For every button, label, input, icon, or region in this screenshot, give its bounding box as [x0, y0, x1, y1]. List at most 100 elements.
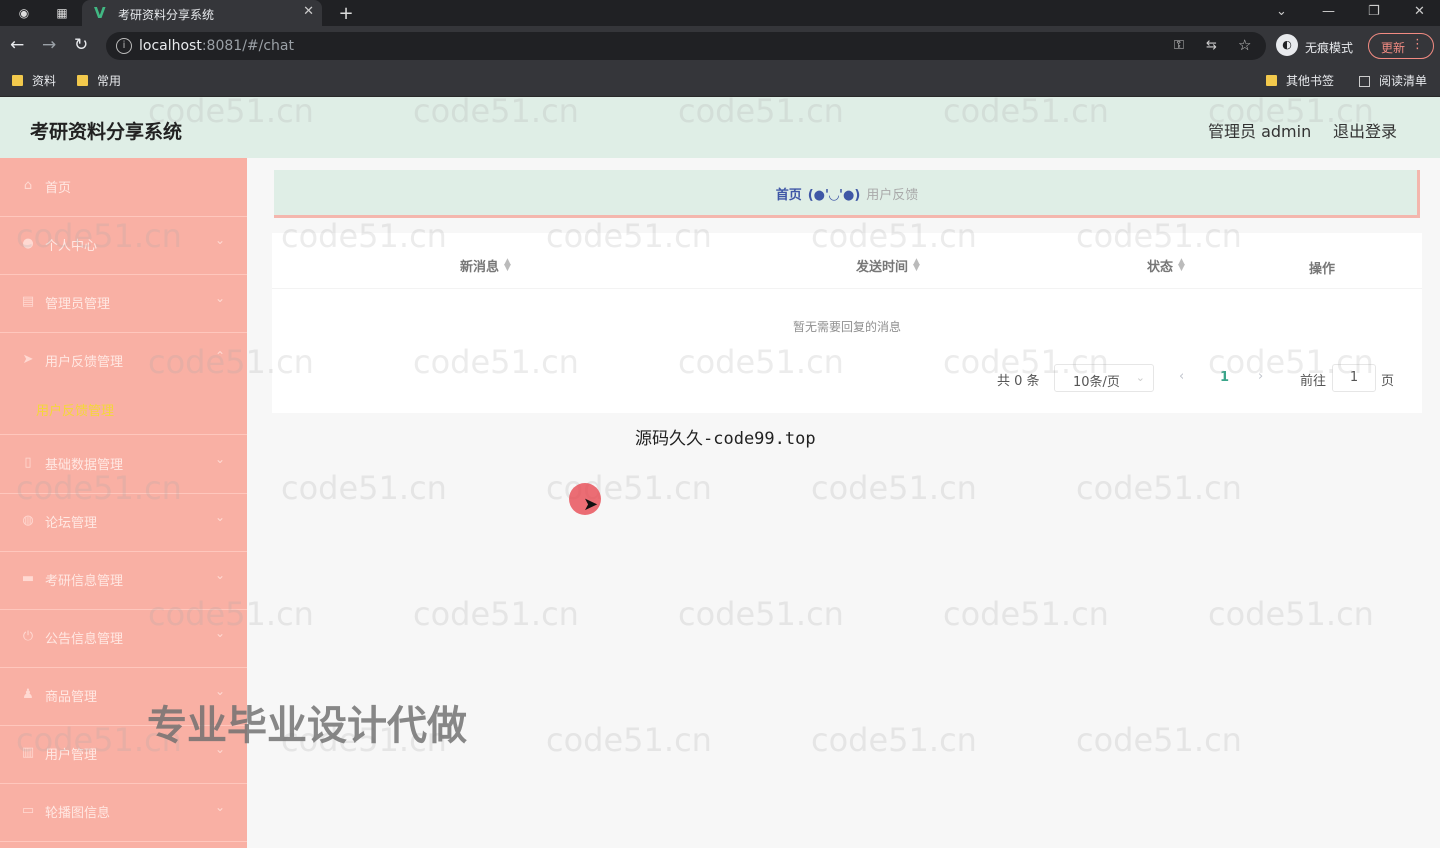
bookmark-label: 其他书签: [1286, 74, 1335, 88]
chart-icon: ▥: [21, 745, 35, 760]
chevron-down-icon: ⌄: [215, 233, 226, 247]
column-label: 发送时间: [856, 260, 909, 275]
close-window-icon[interactable]: ✕: [1414, 4, 1425, 19]
url-text[interactable]: localhost:8081/#/chat: [139, 38, 294, 54]
pinned-tab-icon[interactable]: ▦: [52, 3, 72, 23]
sidebar-subitem-feedback[interactable]: 用户反馈管理: [0, 384, 247, 435]
bookmarks-bar: 资料 常用 其他书签 阅读清单: [0, 66, 1440, 97]
folder-icon: [77, 75, 88, 86]
sidebar-item-label: 用户管理: [45, 748, 98, 763]
key-icon[interactable]: ⚿: [1174, 38, 1184, 53]
clipboard-icon: ▤: [21, 294, 35, 309]
breadcrumb-trail: 首页 (●'◡'●) 用户反馈: [274, 184, 1420, 203]
browser-menu-icon[interactable]: ◉: [14, 3, 34, 23]
column-header-time[interactable]: 发送时间 ▲ ▼: [856, 256, 920, 276]
restore-icon[interactable]: ❐: [1368, 4, 1380, 19]
sidebar-subitem-label: 用户反馈管理: [36, 404, 115, 419]
goto-label: 前往: [1300, 374, 1327, 389]
omnibox[interactable]: i localhost:8081/#/chat ⚿ ⇆ ☆: [106, 32, 1266, 60]
back-icon[interactable]: ←: [10, 35, 24, 55]
person-icon: ♟: [22, 687, 34, 702]
sidebar-item-label: 公告信息管理: [45, 632, 124, 647]
header-divider: [272, 288, 1422, 289]
goto-page-input[interactable]: 1: [1332, 364, 1376, 392]
sidebar-item-profile[interactable]: ● 个人中心 ⌄: [0, 216, 247, 275]
home-icon: ⌂: [23, 178, 33, 193]
folder-icon: [12, 75, 23, 86]
more-icon: ⋮: [1411, 37, 1424, 52]
breadcrumb-separator: (●'◡'●): [807, 188, 861, 203]
minimize-icon[interactable]: —: [1322, 4, 1335, 19]
column-label: 新消息: [460, 260, 500, 275]
address-bar: ← → ↻ i localhost:8081/#/chat ⚿ ⇆ ☆ ◐ 无痕…: [0, 26, 1440, 66]
forward-icon[interactable]: →: [42, 35, 56, 55]
globe-icon: ◍: [22, 513, 34, 528]
sidebar-item-exam-info[interactable]: ▬ 考研信息管理 ⌄: [0, 551, 247, 610]
browser-tab-bar: ◉ ▦ V 考研资料分享系统 ✕ + ⌄ — ❐ ✕: [0, 0, 1440, 26]
reading-list[interactable]: 阅读清单: [1359, 72, 1427, 89]
chevron-down-icon: ⌄: [215, 568, 226, 582]
tab-title: 考研资料分享系统: [118, 8, 215, 22]
bookmark-folder[interactable]: 资料: [12, 72, 56, 89]
incognito-label: 无痕模式: [1305, 41, 1354, 55]
page-number[interactable]: 1: [1220, 370, 1229, 385]
next-page-button[interactable]: ›: [1258, 369, 1263, 384]
sidebar-item-label: 个人中心: [45, 239, 98, 254]
column-label: 操作: [1309, 262, 1336, 277]
translate-icon[interactable]: ⇆: [1206, 38, 1217, 53]
active-tab[interactable]: V 考研资料分享系统 ✕: [82, 0, 322, 26]
page-size-select[interactable]: 10条/页 ⌄: [1054, 364, 1154, 392]
app-title: 考研资料分享系统: [30, 121, 183, 143]
site-info-icon[interactable]: i: [116, 38, 132, 54]
bookmark-folder[interactable]: 常用: [77, 72, 121, 89]
phone-icon: ▯: [24, 455, 32, 470]
sidebar-item-forum[interactable]: ◍ 论坛管理 ⌄: [0, 493, 247, 552]
tab-search-icon[interactable]: ⌄: [1276, 4, 1287, 19]
sidebar-item-notice[interactable]: ⏻ 公告信息管理 ⌄: [0, 609, 247, 668]
reading-list-icon: [1359, 76, 1370, 87]
sidebar-item-label: 用户反馈管理: [45, 355, 124, 370]
sidebar-item-home[interactable]: ⌂ 首页: [0, 158, 247, 217]
sidebar-item-feedback[interactable]: ➤ 用户反馈管理 ⌃: [0, 332, 247, 390]
sidebar-item-label: 商品管理: [45, 690, 98, 705]
close-tab-icon[interactable]: ✕: [303, 4, 314, 19]
source-watermark-text: 源码久久-code99.top: [635, 429, 816, 449]
column-header-message[interactable]: 新消息 ▲ ▼: [460, 256, 511, 276]
top-navbar: 考研资料分享系统 管理员 admin 退出登录: [0, 97, 1440, 158]
chevron-down-icon: ⌄: [215, 800, 226, 814]
url-host: localhost: [139, 38, 202, 54]
pagination-total: 共 0 条: [997, 374, 1040, 389]
sort-icon[interactable]: ▲ ▼: [1178, 258, 1185, 273]
breadcrumb-home[interactable]: 首页: [776, 188, 802, 203]
incognito-icon[interactable]: ◐: [1276, 34, 1298, 56]
sidebar-item-basedata[interactable]: ▯ 基础数据管理 ⌄: [0, 435, 247, 494]
star-icon[interactable]: ☆: [1238, 36, 1251, 54]
update-button[interactable]: 更新 ⋮: [1368, 33, 1434, 59]
message-icon: ▬: [21, 571, 35, 586]
other-bookmarks[interactable]: 其他书签: [1266, 72, 1334, 89]
chevron-down-icon: ⌄: [1135, 371, 1145, 384]
new-tab-icon[interactable]: +: [336, 3, 356, 24]
power-icon: ⏻: [22, 629, 34, 644]
page-size-value: 10条/页: [1073, 375, 1120, 390]
sidebar-item-label: 轮播图信息: [45, 806, 111, 821]
logout-button[interactable]: 退出登录: [1333, 118, 1397, 142]
column-header-status[interactable]: 状态 ▲ ▼: [1147, 256, 1185, 276]
user-icon: ●: [22, 236, 34, 251]
reload-icon[interactable]: ↻: [74, 35, 88, 55]
url-path: :8081/#/chat: [201, 38, 294, 54]
sort-icon[interactable]: ▲ ▼: [504, 258, 511, 273]
sidebar-item-admins[interactable]: ▤ 管理员管理 ⌄: [0, 274, 247, 333]
vue-favicon-icon: V: [94, 4, 106, 22]
chevron-down-icon: ⌄: [215, 626, 226, 640]
sidebar-item-carousel[interactable]: ▭ 轮播图信息 ⌄: [0, 783, 247, 842]
column-label: 状态: [1147, 260, 1174, 275]
empty-message: 暂无需要回复的消息: [792, 320, 901, 334]
sort-icon[interactable]: ▲ ▼: [913, 258, 920, 273]
ad-overlay-text: 专业毕业设计代做: [147, 703, 467, 749]
prev-page-button[interactable]: ‹: [1179, 369, 1184, 384]
column-header-actions: 操作: [1309, 258, 1335, 277]
sidebar-item-label: 考研信息管理: [45, 574, 124, 589]
breadcrumb: 首页 (●'◡'●) 用户反馈: [274, 170, 1420, 218]
chevron-up-icon: ⌃: [215, 349, 226, 363]
